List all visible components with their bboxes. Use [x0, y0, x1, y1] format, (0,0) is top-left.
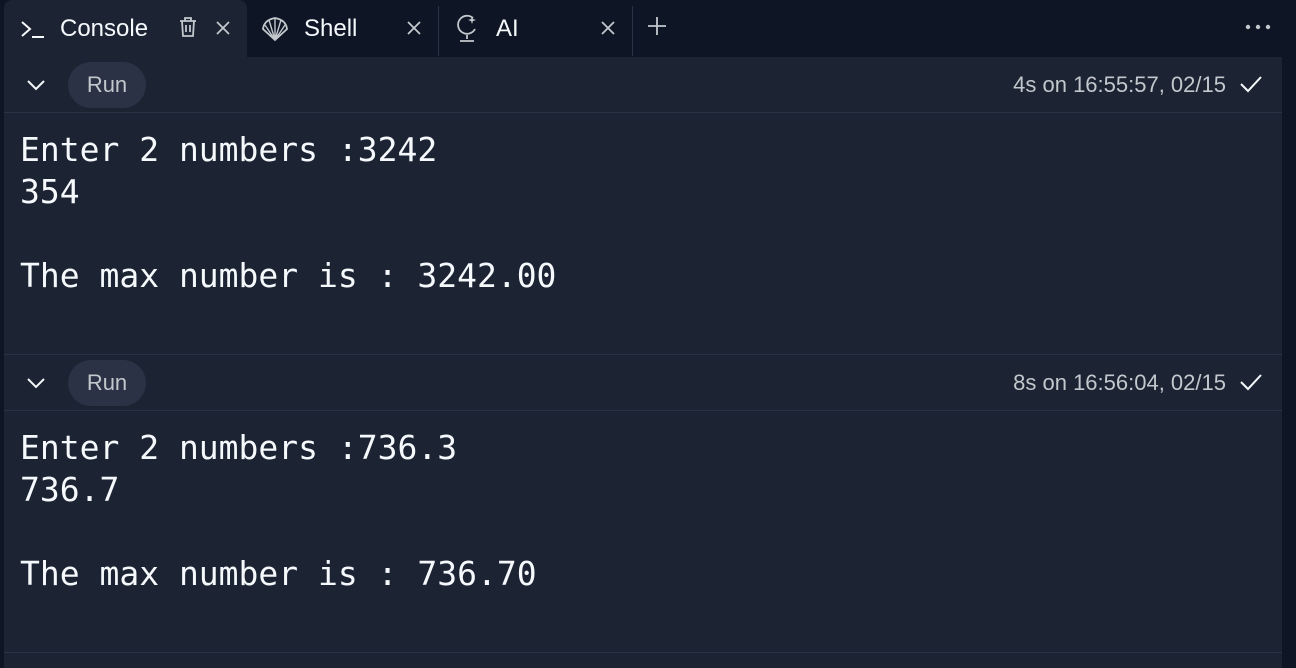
tab-divider [632, 6, 633, 56]
more-options-icon[interactable] [1242, 14, 1274, 40]
run-header: Run 8s on 16:56:04, 02/15 [4, 355, 1282, 411]
run-entry: Run 4s on 16:55:57, 02/15 Enter 2 number… [4, 57, 1282, 354]
add-tab-icon[interactable] [644, 13, 670, 39]
output-line: Enter 2 numbers :736.3 [20, 428, 458, 467]
tab-shell-label: Shell [304, 14, 358, 42]
tab-console[interactable]: Console [4, 0, 247, 57]
output-line: The max number is : 736.70 [20, 554, 537, 593]
run-divider [4, 652, 1282, 653]
tab-bar: Console Shell AI [0, 0, 1296, 57]
run-entry: Run 8s on 16:56:04, 02/15 Enter 2 number… [4, 355, 1282, 652]
console-output: Enter 2 numbers :3242 354 The max number i… [20, 129, 556, 297]
output-line: Enter 2 numbers :3242 [20, 130, 438, 169]
run-header: Run 4s on 16:55:57, 02/15 [4, 57, 1282, 113]
close-console-tab-icon[interactable] [211, 16, 235, 40]
chevron-down-icon[interactable] [22, 371, 50, 395]
output-line: 354 [20, 172, 80, 211]
terminal-prompt-icon [20, 18, 46, 40]
run-timestamp: 8s on 16:56:04, 02/15 [1013, 370, 1226, 395]
ai-icon [454, 14, 480, 44]
tab-shell[interactable]: Shell [248, 0, 438, 57]
close-ai-tab-icon[interactable] [596, 16, 620, 40]
trash-icon[interactable] [176, 14, 200, 40]
run-button[interactable]: Run [68, 62, 146, 108]
tab-console-label: Console [60, 14, 149, 42]
run-button[interactable]: Run [68, 360, 146, 406]
tab-divider [438, 6, 439, 56]
chevron-down-icon[interactable] [22, 73, 50, 97]
run-timestamp: 4s on 16:55:57, 02/15 [1013, 72, 1226, 97]
close-shell-tab-icon[interactable] [402, 16, 426, 40]
shell-icon [260, 15, 290, 43]
check-icon [1238, 72, 1264, 96]
console-output: Enter 2 numbers :736.3 736.7 The max numbe… [20, 427, 537, 595]
output-line: The max number is : 3242.00 [20, 256, 557, 295]
output-line: 736.7 [20, 470, 120, 509]
tab-ai[interactable]: AI [440, 0, 632, 57]
console-pane: Run 4s on 16:55:57, 02/15 Enter 2 number… [4, 57, 1282, 668]
tab-ai-label: AI [496, 14, 519, 42]
check-icon [1238, 370, 1264, 394]
